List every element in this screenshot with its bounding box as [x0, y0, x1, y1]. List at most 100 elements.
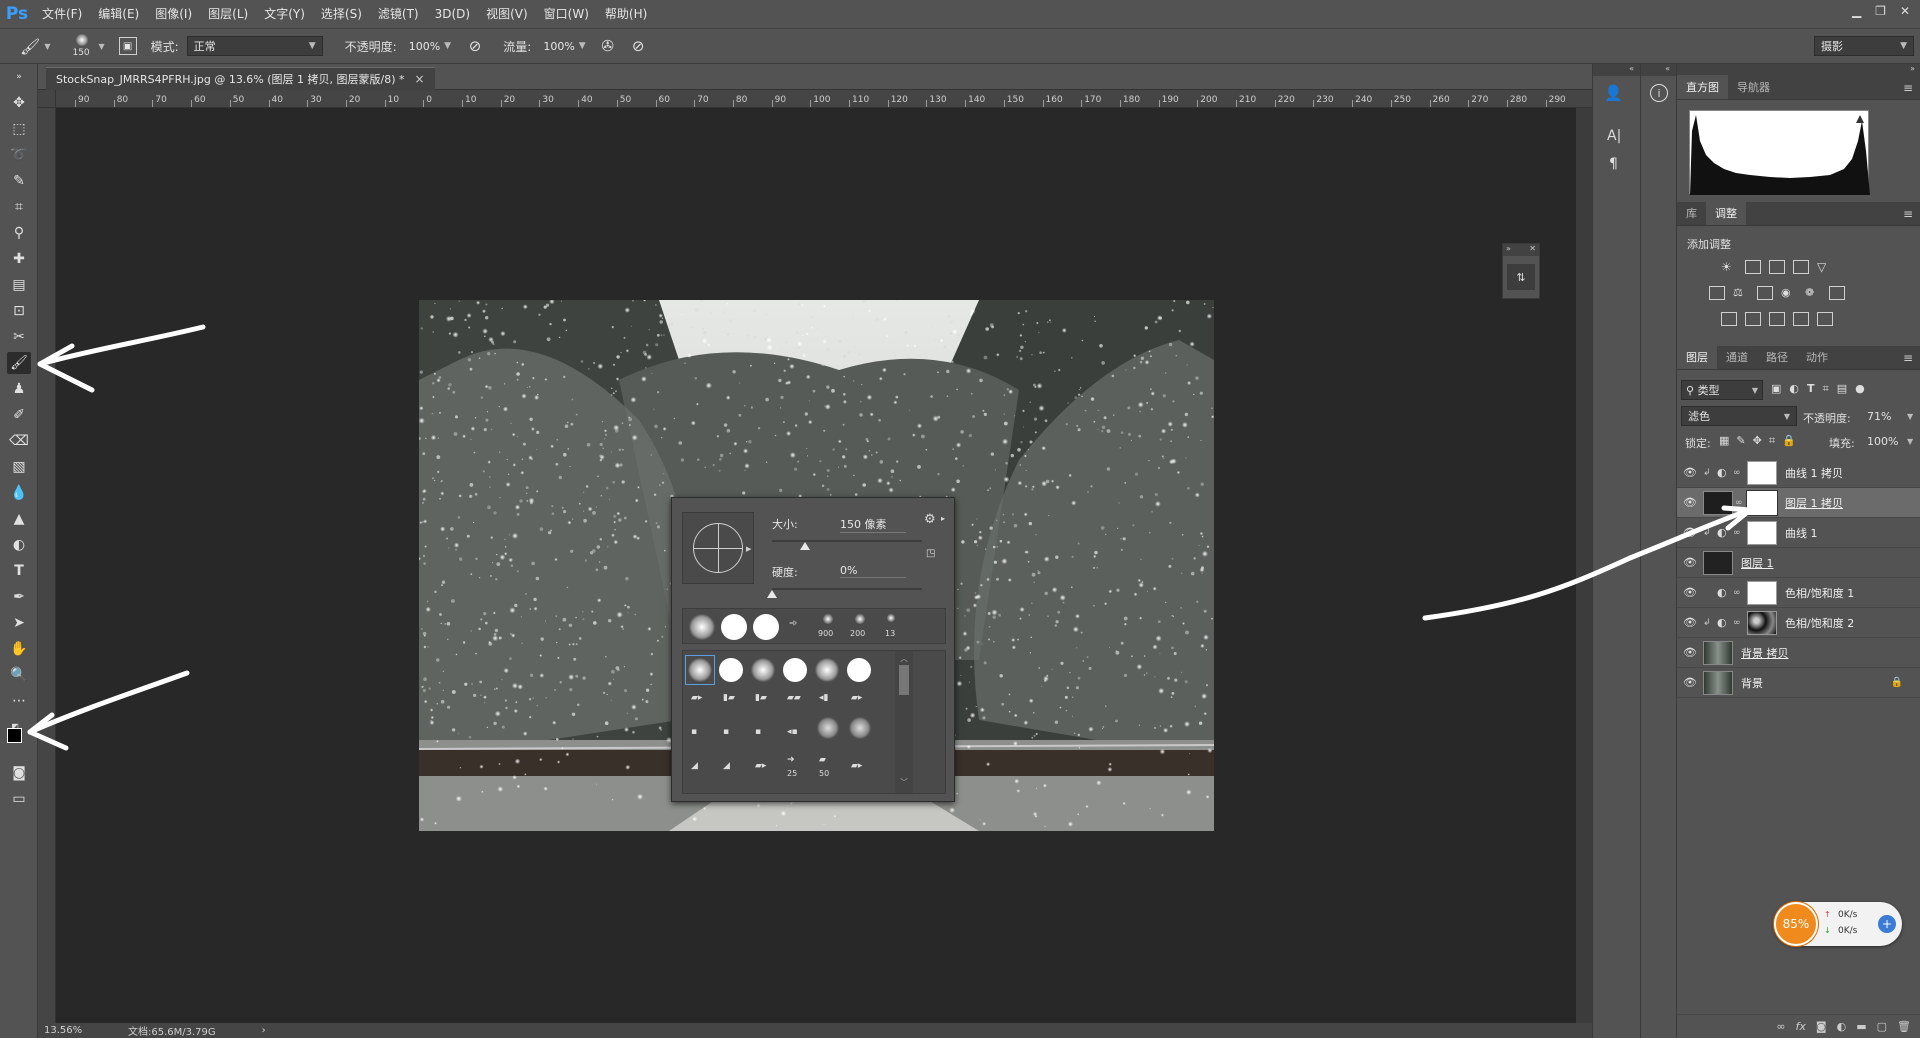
eye-icon[interactable]: 👁 [1677, 586, 1703, 599]
brush-preset-picker-popup[interactable]: ▶ 大小: 150 像素 ⚙ ▸ ◳ 硬度: 0% ➾ 900 200 13 ▰… [671, 497, 955, 802]
brush-soft-round[interactable] [689, 614, 715, 640]
pen-tool-icon[interactable]: ✒ [7, 586, 31, 608]
panel-menu-icon[interactable]: ≡ [1903, 81, 1913, 95]
close-tab-icon[interactable]: × [415, 72, 425, 86]
hand-tool-icon[interactable]: ✋ [7, 638, 31, 660]
gear-icon[interactable]: ⚙ [924, 512, 936, 527]
layer-thumbnail[interactable] [1703, 490, 1733, 515]
tab-adjustments[interactable]: 调整 [1706, 201, 1746, 225]
pressure-opacity-icon[interactable]: ⊘ [469, 37, 482, 55]
brush-grid-arrow-3-icon[interactable]: ▰▸ [851, 761, 862, 771]
eye-icon[interactable]: 👁 [1677, 496, 1703, 509]
history-brush-tool-icon[interactable]: ✐ [7, 404, 31, 426]
accelerate-button[interactable]: + [1878, 915, 1896, 933]
brush-200[interactable] [855, 614, 865, 624]
layer-row-layer-1[interactable]: 👁 图层 1 [1677, 548, 1920, 578]
expand-icon[interactable]: » [1506, 244, 1511, 256]
black-white-icon[interactable] [1757, 286, 1773, 300]
content-aware-move-icon[interactable]: ⊡ [7, 300, 31, 322]
layer-thumbnail[interactable] [1703, 670, 1733, 695]
move-tool-icon[interactable]: ✥ [7, 92, 31, 114]
menu-layer[interactable]: 图层(L) [200, 0, 256, 28]
brush-grid-special-1-icon[interactable]: ▰▸ [691, 693, 702, 703]
new-layer-icon[interactable]: ▢ [1877, 1020, 1887, 1033]
exposure-icon[interactable] [1793, 260, 1809, 274]
menu-file[interactable]: 文件(F) [34, 0, 90, 28]
quick-select-tool-icon[interactable]: ✎ [7, 170, 31, 192]
lock-pixels-icon[interactable]: ✎ [1736, 434, 1745, 448]
eyedropper-tool-icon[interactable]: ⚲ [7, 222, 31, 244]
layer-mask-thumbnail[interactable] [1747, 580, 1777, 605]
document-tab[interactable]: StockSnap_JMRRS4PFRH.jpg @ 13.6% (图层 1 拷… [46, 67, 435, 90]
new-group-icon[interactable]: ▬ [1856, 1020, 1866, 1033]
brush-angle-preview[interactable]: ▶ [682, 512, 754, 584]
horizontal-ruler[interactable]: 90 80 70 60 50 40 30 20 10 0 10 20 30 40 50 60 70 80 90 100… [56, 90, 1592, 108]
menu-image[interactable]: 图像(I) [147, 0, 200, 28]
brush-900[interactable] [823, 614, 833, 624]
link-icon[interactable]: ∞ [1733, 588, 1745, 598]
modifier-keys-icon[interactable]: 👤 [1604, 84, 1623, 102]
sharpen-tool-icon[interactable]: ▲ [7, 508, 31, 530]
hue-saturation-icon[interactable] [1709, 286, 1725, 300]
menu-view[interactable]: 视图(V) [478, 0, 536, 28]
collapse-toolbox-icon[interactable]: » [7, 66, 31, 88]
fill-value[interactable]: 100% [1867, 435, 1898, 448]
brush-tool-icon[interactable]: 🖌 [7, 352, 31, 374]
blend-mode-select[interactable]: 滤色 ▼ [1681, 406, 1797, 426]
chevron-down-icon[interactable]: ▼ [1907, 412, 1913, 421]
filter-toggle-icon[interactable]: ● [1855, 382, 1865, 396]
clone-stamp-tool-icon[interactable]: ♟ [7, 378, 31, 400]
blur-tool-icon[interactable]: 💧 [7, 482, 31, 504]
vibrance-icon[interactable]: ▽ [1817, 260, 1833, 274]
marquee-tool-icon[interactable]: ⬚ [7, 118, 31, 140]
eye-icon[interactable]: 👁 [1677, 556, 1703, 569]
levels-icon[interactable] [1745, 260, 1761, 274]
size-value-field[interactable]: 150 像素 [840, 516, 906, 533]
foreground-color-swatch[interactable] [7, 728, 22, 743]
status-menu-arrow[interactable]: › [262, 1025, 266, 1036]
layer-row-layer-1-copy[interactable]: 👁 ∞ 图层 1 拷贝 [1677, 488, 1920, 518]
brush-grid-arrow-2-icon[interactable]: ▰ [819, 755, 826, 765]
link-icon[interactable]: ∞ [1733, 528, 1745, 538]
type-tool-icon[interactable]: T [7, 560, 31, 582]
filter-adjustment-icon[interactable]: ◐ [1789, 382, 1799, 396]
tab-actions[interactable]: 动作 [1797, 345, 1837, 369]
menu-type[interactable]: 文字(Y) [256, 0, 313, 28]
lock-all-icon[interactable]: 🔒 [1782, 434, 1796, 448]
tab-navigator[interactable]: 导航器 [1728, 75, 1779, 99]
layer-name[interactable]: 色相/饱和度 1 [1785, 585, 1854, 601]
menu-filter[interactable]: 滤镜(T) [370, 0, 427, 28]
brightness-contrast-icon[interactable]: ☀ [1721, 260, 1737, 274]
vertical-ruler[interactable] [38, 108, 56, 1023]
zoom-level[interactable]: 13.56% [44, 1025, 114, 1036]
menu-select[interactable]: 选择(S) [313, 0, 370, 28]
brush-grid-hard-2[interactable] [783, 658, 807, 682]
brush-grid-special-6-icon[interactable]: ▰▸ [851, 693, 862, 703]
zoom-tool-icon[interactable]: 🔍 [7, 664, 31, 686]
eye-icon[interactable]: 👁 [1677, 526, 1703, 539]
hardness-value-field[interactable]: 0% [840, 564, 906, 578]
red-eye-tool-icon[interactable]: ✂ [7, 326, 31, 348]
layer-name[interactable]: 色相/饱和度 2 [1785, 615, 1854, 631]
memory-usage-badge[interactable]: 85% [1774, 902, 1818, 946]
minimize-icon[interactable]: ▁ [1852, 4, 1861, 18]
menu-edit[interactable]: 编辑(E) [90, 0, 147, 28]
layer-name[interactable]: 背景 拷贝 [1741, 645, 1789, 661]
brush-grid-special-5-icon[interactable]: ◂▮ [819, 693, 828, 703]
character-panel-icon[interactable]: A| [1607, 128, 1621, 144]
size-slider-knob[interactable] [800, 542, 810, 550]
collapse-strip-icon[interactable]: « [1593, 64, 1640, 76]
hardness-slider-knob[interactable] [767, 590, 777, 598]
vertical-scrollbar[interactable] [1576, 108, 1592, 1023]
pressure-size-icon[interactable]: ⊘ [632, 37, 645, 55]
brush-grid-special-3-icon[interactable]: ▮▰ [755, 693, 767, 703]
brush-grid-soft-5[interactable] [849, 717, 871, 739]
layer-thumbnail[interactable] [1703, 550, 1733, 575]
scroll-down-icon[interactable]: ﹀ [900, 777, 908, 788]
histogram-warning-icon[interactable] [1856, 115, 1864, 123]
hardness-slider[interactable] [767, 588, 922, 598]
selective-color-icon[interactable] [1793, 312, 1809, 326]
size-slider[interactable] [772, 540, 922, 550]
add-mask-icon[interactable]: ◙ [1816, 1020, 1827, 1033]
document-size[interactable]: 文档:65.6M/3.79G [128, 1023, 216, 1038]
